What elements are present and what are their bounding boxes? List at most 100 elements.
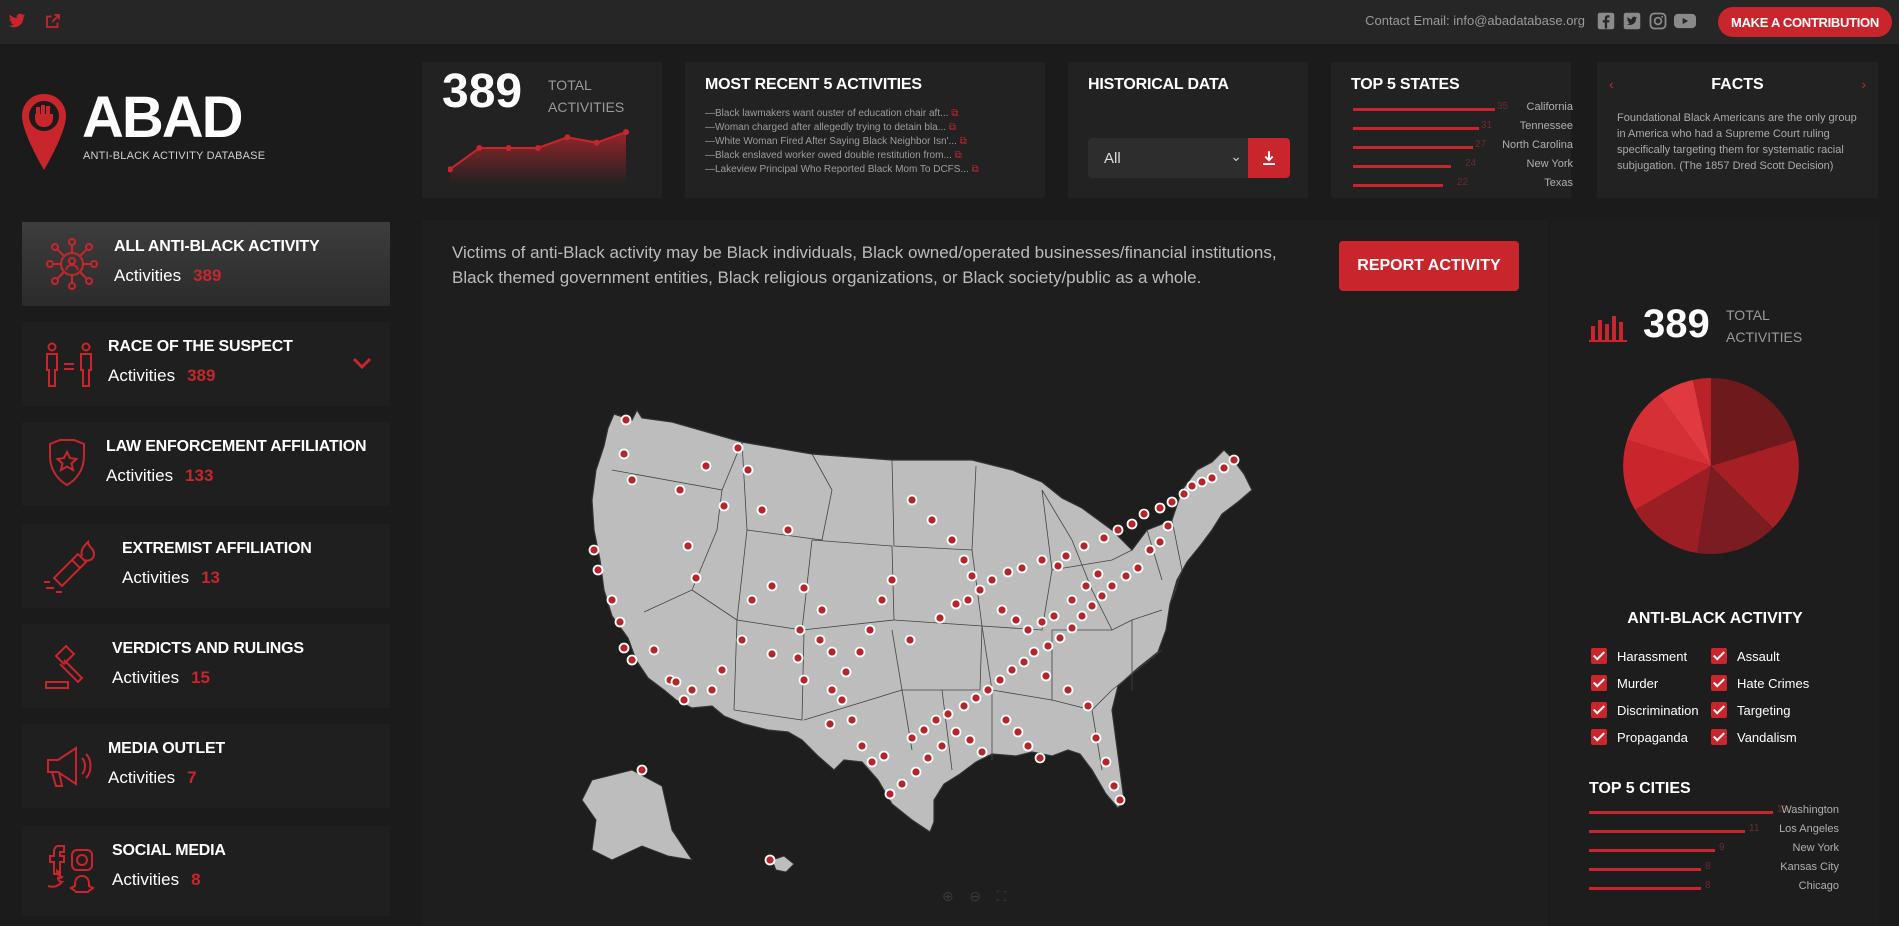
incident-marker[interactable] (1060, 550, 1072, 562)
incident-marker[interactable] (1054, 632, 1066, 644)
incident-marker[interactable] (1098, 532, 1110, 544)
incident-marker[interactable] (1100, 756, 1112, 768)
incident-marker[interactable] (826, 684, 838, 696)
state-row[interactable]: 24 New York (1353, 155, 1573, 174)
facebook-icon[interactable] (1597, 12, 1615, 30)
incident-marker[interactable] (636, 764, 648, 776)
incident-marker[interactable] (716, 664, 728, 676)
checkbox[interactable] (1591, 702, 1607, 718)
incident-marker[interactable] (824, 718, 836, 730)
incident-marker[interactable] (764, 854, 776, 866)
incident-marker[interactable] (798, 674, 810, 686)
incident-marker[interactable] (906, 494, 918, 506)
twitter-icon[interactable] (8, 12, 26, 30)
incident-marker[interactable] (958, 700, 970, 712)
incident-marker[interactable] (1012, 726, 1024, 738)
incident-marker[interactable] (816, 604, 828, 616)
checkbox[interactable] (1591, 675, 1607, 691)
incident-marker[interactable] (930, 714, 942, 726)
sidebar-item-law-enforcement[interactable]: LAW ENFORCEMENT AFFILIATION Activities 13… (22, 422, 390, 506)
incident-marker[interactable] (970, 692, 982, 704)
incident-marker[interactable] (794, 624, 806, 636)
filter-murder[interactable]: Murder (1591, 673, 1658, 693)
external-link-icon[interactable] (44, 12, 62, 30)
incident-marker[interactable] (962, 594, 974, 606)
incident-marker[interactable] (1040, 670, 1052, 682)
incident-marker[interactable] (1018, 656, 1030, 668)
chevron-down-icon[interactable] (352, 356, 372, 370)
checkbox[interactable] (1711, 729, 1727, 745)
incident-marker[interactable] (1112, 524, 1124, 536)
incident-marker[interactable] (1078, 540, 1090, 552)
incident-marker[interactable] (798, 582, 810, 594)
incident-marker[interactable] (620, 414, 632, 426)
incident-marker[interactable] (1114, 794, 1126, 806)
incident-marker[interactable] (1228, 454, 1240, 466)
filter-harassment[interactable]: Harassment (1591, 646, 1687, 666)
incident-marker[interactable] (718, 500, 730, 512)
incident-marker[interactable] (1066, 594, 1078, 606)
state-row[interactable]: 35 California (1353, 98, 1573, 117)
incident-marker[interactable] (1154, 502, 1166, 514)
incident-marker[interactable] (690, 572, 702, 584)
incident-marker[interactable] (976, 746, 988, 758)
external-link-icon[interactable]: ⧉ (951, 108, 958, 119)
incident-marker[interactable] (910, 766, 922, 778)
incident-marker[interactable] (1132, 562, 1144, 574)
incident-marker[interactable] (1186, 480, 1198, 492)
zoom-out-icon[interactable]: ⊖ (969, 888, 981, 904)
incident-marker[interactable] (982, 684, 994, 696)
filter-vandalism[interactable]: Vandalism (1711, 727, 1797, 747)
incident-marker[interactable] (1062, 684, 1074, 696)
incident-marker[interactable] (766, 648, 778, 660)
sidebar-item-media-outlet[interactable]: MEDIA OUTLET Activities 7 (22, 724, 390, 808)
incident-marker[interactable] (896, 778, 908, 790)
historical-select[interactable]: All ⌄ (1088, 138, 1248, 178)
incident-marker[interactable] (1082, 700, 1094, 712)
incident-marker[interactable] (686, 684, 698, 696)
incident-marker[interactable] (1120, 570, 1132, 582)
incident-marker[interactable] (670, 676, 682, 688)
incident-marker[interactable] (1092, 568, 1104, 580)
incident-marker[interactable] (700, 460, 712, 472)
incident-marker[interactable] (958, 554, 970, 566)
incident-marker[interactable] (1016, 562, 1028, 574)
incident-marker[interactable] (756, 504, 768, 516)
incident-marker[interactable] (1022, 740, 1034, 752)
state-row[interactable]: 31 Tennessee (1353, 117, 1573, 136)
incident-marker[interactable] (926, 514, 938, 526)
incident-marker[interactable] (1138, 508, 1150, 520)
sidebar-item-extremist[interactable]: EXTREMIST AFFILIATION Activities 13 (22, 524, 390, 608)
city-row[interactable]: 11 Los Angeles (1589, 821, 1839, 840)
incident-marker[interactable] (1206, 472, 1218, 484)
checkbox[interactable] (1711, 648, 1727, 664)
city-row[interactable]: 8 Chicago (1589, 878, 1839, 897)
incident-marker[interactable] (918, 724, 930, 736)
state-row[interactable]: 27 North Carolina (1353, 136, 1573, 155)
incident-marker[interactable] (836, 694, 848, 706)
incident-marker[interactable] (922, 752, 934, 764)
checkbox[interactable] (1711, 675, 1727, 691)
incident-marker[interactable] (746, 594, 758, 606)
incident-marker[interactable] (936, 740, 948, 752)
incident-marker[interactable] (840, 666, 852, 678)
twitter-icon[interactable] (1623, 12, 1641, 30)
incident-marker[interactable] (846, 714, 858, 726)
incident-marker[interactable] (826, 646, 838, 658)
us-map[interactable] (572, 390, 1332, 890)
external-link-icon[interactable]: ⧉ (960, 136, 967, 147)
state-row[interactable]: 22 Texas (1353, 174, 1573, 193)
checkbox[interactable] (1591, 729, 1607, 745)
incident-marker[interactable] (1042, 640, 1054, 652)
incident-marker[interactable] (782, 524, 794, 536)
youtube-icon[interactable] (1674, 12, 1696, 30)
incident-marker[interactable] (1154, 536, 1166, 548)
incident-marker[interactable] (814, 634, 826, 646)
incident-marker[interactable] (904, 634, 916, 646)
incident-marker[interactable] (946, 534, 958, 546)
incident-marker[interactable] (1006, 664, 1018, 676)
incident-marker[interactable] (1144, 544, 1156, 556)
incident-marker[interactable] (964, 734, 976, 746)
activity-pie-chart[interactable] (1621, 376, 1801, 556)
incident-marker[interactable] (1162, 520, 1174, 532)
